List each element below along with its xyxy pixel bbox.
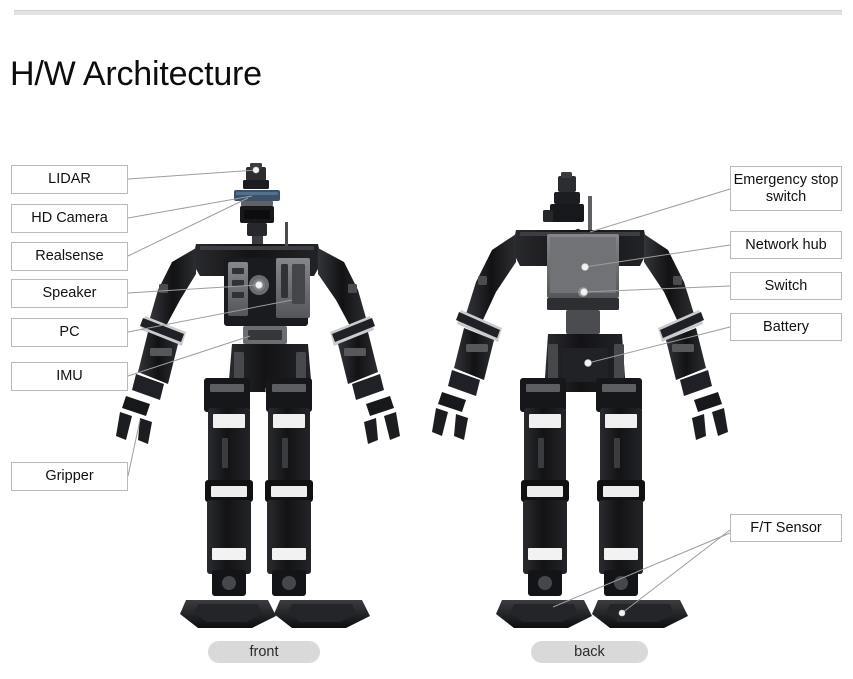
callout-battery[interactable]: Battery: [730, 313, 842, 341]
callout-label: Network hub: [745, 236, 827, 253]
slide-canvas: H/W Architecture LIDAR HD Camera Realsen…: [0, 0, 853, 679]
callout-emergency-stop-switch[interactable]: Emergency stop switch: [730, 166, 842, 211]
callout-switch[interactable]: Switch: [730, 272, 842, 300]
back-view-robot: [432, 172, 728, 628]
callout-lidar[interactable]: LIDAR: [11, 165, 128, 194]
callout-hd-camera[interactable]: HD Camera: [11, 204, 128, 233]
callout-realsense[interactable]: Realsense: [11, 242, 128, 271]
callout-gripper[interactable]: Gripper: [11, 462, 128, 491]
front-view-robot: [116, 163, 400, 628]
callout-label: Gripper: [45, 468, 94, 485]
callout-label: IMU: [56, 368, 83, 385]
callout-ft-sensor[interactable]: F/T Sensor: [730, 514, 842, 542]
callout-label: Emergency stop switch: [733, 171, 839, 205]
callout-pc[interactable]: PC: [11, 318, 128, 347]
caption-label: front: [249, 644, 279, 660]
callout-network-hub[interactable]: Network hub: [730, 231, 842, 259]
caption-front-view: front: [208, 641, 320, 663]
callout-label: Realsense: [35, 248, 104, 265]
callout-imu[interactable]: IMU: [11, 362, 128, 391]
callout-label: Speaker: [42, 285, 97, 302]
callout-label: HD Camera: [31, 210, 108, 227]
callout-label: LIDAR: [48, 171, 91, 188]
callout-label: F/T Sensor: [750, 519, 822, 536]
callout-label: Battery: [763, 318, 809, 335]
callout-label: PC: [59, 324, 80, 341]
callout-label: Switch: [764, 277, 808, 294]
caption-label: back: [574, 644, 605, 660]
callout-speaker[interactable]: Speaker: [11, 279, 128, 308]
caption-back-view: back: [531, 641, 648, 663]
